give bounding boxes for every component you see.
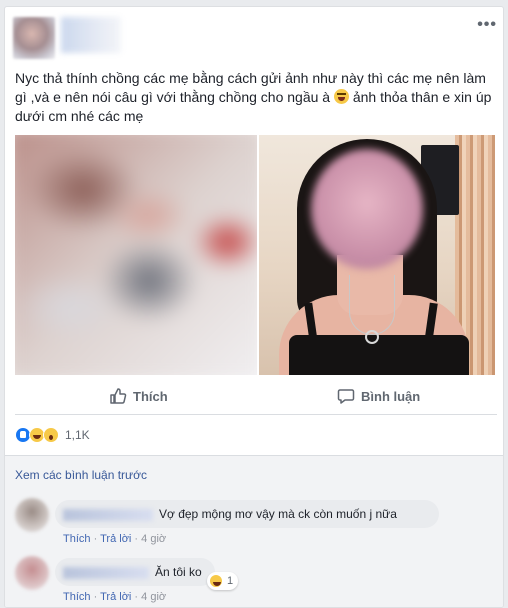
commenter-name-blurred[interactable]: [63, 566, 149, 579]
comment-reaction-badge[interactable]: 1: [207, 572, 239, 590]
view-previous-comments-link[interactable]: Xem các bình luận trước: [15, 468, 147, 482]
post-photo-left-blurred[interactable]: [15, 135, 257, 375]
comment-like-link[interactable]: Thích: [63, 533, 91, 545]
comments-section: Xem các bình luận trước Vợ đẹp mộng mơ v…: [5, 455, 503, 607]
thumbs-up-icon: [110, 388, 127, 404]
comment-meta: Thích · Trả lời · 4 giờ: [63, 533, 167, 545]
comment-meta: Thích · Trả lời · 4 giờ: [63, 591, 167, 603]
more-options-icon[interactable]: •••: [477, 17, 497, 33]
commenter-avatar[interactable]: [15, 498, 49, 532]
comment-time[interactable]: 4 giờ: [141, 591, 166, 603]
comment-reaction-count: 1: [227, 575, 234, 587]
reaction-count: 1,1K: [65, 428, 90, 442]
author-name-blurred[interactable]: [61, 17, 121, 53]
haha-reaction-icon: [209, 574, 223, 588]
wow-reaction-icon: [43, 427, 59, 443]
commenter-avatar[interactable]: [15, 556, 49, 590]
commenter-name-blurred[interactable]: [63, 508, 153, 521]
comment-icon: [337, 389, 355, 404]
author-avatar[interactable]: [13, 17, 55, 59]
like-button-label: Thích: [133, 388, 168, 404]
comment-text: Vợ đẹp mộng mơ vậy mà ck còn muốn j nữa: [159, 507, 397, 521]
comment-reply-link[interactable]: Trả lời: [100, 591, 131, 603]
comment-button[interactable]: Bình luận: [337, 387, 420, 405]
comment-reply-link[interactable]: Trả lời: [100, 533, 131, 545]
comment-like-link[interactable]: Thích: [63, 591, 91, 603]
reaction-summary[interactable]: 1,1K: [15, 425, 90, 445]
comment-button-label: Bình luận: [361, 388, 421, 404]
comment-bubble: Ăn tôi ko: [55, 558, 215, 586]
laughing-emoji-icon: [333, 89, 349, 104]
post-photo-right[interactable]: [259, 135, 495, 375]
like-button[interactable]: Thích: [109, 387, 168, 405]
comment-time[interactable]: 4 giờ: [141, 533, 166, 545]
post-action-bar: Thích Bình luận: [15, 375, 497, 415]
post-header: •••: [5, 7, 503, 63]
comment-text: Ăn tôi ko: [155, 565, 202, 579]
post-text: Nyc thả thính chồng các mẹ bằng cách gửi…: [15, 69, 497, 126]
comment-bubble: Vợ đẹp mộng mơ vậy mà ck còn muốn j nữa: [55, 500, 439, 528]
post-card: ••• Nyc thả thính chồng các mẹ bằng cách…: [4, 6, 504, 608]
